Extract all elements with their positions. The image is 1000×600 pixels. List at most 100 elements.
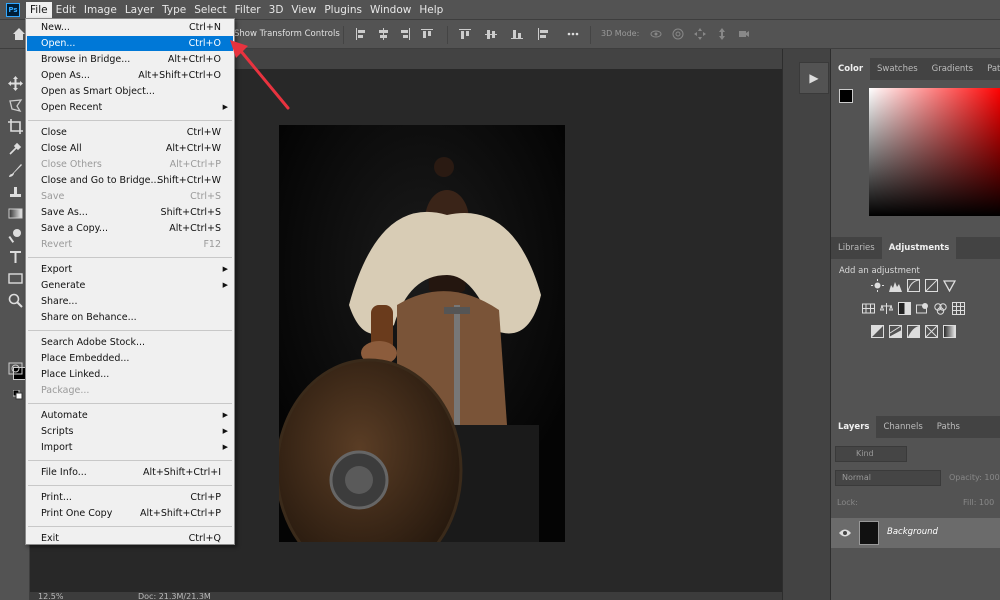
3d-pan-icon[interactable]: [694, 28, 706, 40]
menu-item-new[interactable]: New... Ctrl+N: [27, 20, 233, 35]
curves-icon[interactable]: [907, 279, 920, 292]
menu-item-place-linked[interactable]: Place Linked...: [27, 367, 233, 382]
menu-item-print-one-copy[interactable]: Print One Copy Alt+Shift+Ctrl+P: [27, 506, 233, 521]
menu-type[interactable]: Type: [158, 2, 190, 18]
opacity-field[interactable]: Opacity: 100: [949, 473, 1000, 482]
menu-file[interactable]: File: [26, 1, 52, 18]
layer-kind-filter[interactable]: Kind: [835, 446, 907, 462]
menu-layer[interactable]: Layer: [121, 2, 158, 18]
menu-item-import[interactable]: Import ▶: [27, 440, 233, 455]
blend-mode-select[interactable]: Normal: [835, 470, 941, 486]
menu-item-package[interactable]: Package...: [27, 383, 233, 398]
menu-item-generate[interactable]: Generate ▶: [27, 278, 233, 293]
distribute-icon[interactable]: [421, 28, 433, 40]
lasso-tool-icon[interactable]: [8, 98, 23, 113]
menu-item-open-as[interactable]: Open As... Alt+Shift+Ctrl+O: [27, 68, 233, 83]
home-icon[interactable]: [12, 27, 26, 41]
layer-row-background[interactable]: Background: [831, 518, 1000, 548]
menu-filter[interactable]: Filter: [231, 2, 265, 18]
menu-item-revert[interactable]: Revert F12: [27, 237, 233, 252]
menu-item-share[interactable]: Share...: [27, 294, 233, 309]
selective-color-icon[interactable]: [925, 325, 938, 338]
menu-edit[interactable]: Edit: [52, 2, 80, 18]
tab-channels[interactable]: Channels: [876, 416, 929, 438]
posterize-icon[interactable]: [889, 325, 902, 338]
rectangle-tool-icon[interactable]: [8, 271, 23, 286]
hue-saturation-icon[interactable]: [862, 302, 875, 315]
vibrance-icon[interactable]: [943, 279, 956, 292]
zoom-level[interactable]: 12.5%: [38, 592, 63, 600]
fill-field[interactable]: Fill: 100: [963, 498, 994, 507]
3d-slide-icon[interactable]: [716, 28, 728, 40]
menu-item-open-as-smart-object[interactable]: Open as Smart Object...: [27, 84, 233, 99]
exposure-icon[interactable]: [925, 279, 938, 292]
menu-item-close-all[interactable]: Close All Alt+Ctrl+W: [27, 141, 233, 156]
menu-item-scripts[interactable]: Scripts ▶: [27, 424, 233, 439]
menu-plugins[interactable]: Plugins: [320, 2, 366, 18]
tab-layers[interactable]: Layers: [831, 416, 877, 438]
menu-item-print[interactable]: Print... Ctrl+P: [27, 490, 233, 505]
tab-patterns[interactable]: Patte: [980, 58, 1000, 80]
quick-mask-icon[interactable]: [8, 361, 23, 376]
color-balance-icon[interactable]: [880, 302, 893, 315]
menu-item-close-and-go-to-bridge[interactable]: Close and Go to Bridge... Shift+Ctrl+W: [27, 173, 233, 188]
viking-warrior-photo[interactable]: [279, 125, 565, 542]
menu-item-close-others[interactable]: Close Others Alt+Ctrl+P: [27, 157, 233, 172]
align-top-icon[interactable]: [459, 28, 471, 40]
play-icon[interactable]: ▶: [799, 62, 829, 94]
menu-item-automate[interactable]: Automate ▶: [27, 408, 233, 423]
layer-name[interactable]: Background: [887, 527, 938, 537]
menu-item-save[interactable]: Save Ctrl+S: [27, 189, 233, 204]
color-picker-field[interactable]: [869, 88, 1000, 216]
menu-item-place-embedded[interactable]: Place Embedded...: [27, 351, 233, 366]
dodge-tool-icon[interactable]: [8, 228, 23, 243]
menu-item-exit[interactable]: Exit Ctrl+Q: [27, 531, 233, 546]
menu-item-search-adobe-stock[interactable]: Search Adobe Stock...: [27, 335, 233, 350]
menu-item-file-info[interactable]: File Info... Alt+Shift+Ctrl+I: [27, 465, 233, 480]
threshold-icon[interactable]: [907, 325, 920, 338]
3d-orbit-icon[interactable]: [650, 28, 662, 40]
channel-mixer-icon[interactable]: [934, 302, 947, 315]
type-tool-icon[interactable]: [8, 249, 23, 264]
tab-swatches[interactable]: Swatches: [870, 58, 925, 80]
gradient-tool-icon[interactable]: [8, 206, 23, 221]
tab-libraries[interactable]: Libraries: [831, 237, 882, 259]
tab-paths[interactable]: Paths: [930, 416, 967, 438]
align-left-icon[interactable]: [355, 28, 367, 40]
menu-item-save-a-copy[interactable]: Save a Copy... Alt+Ctrl+S: [27, 221, 233, 236]
clone-stamp-tool-icon[interactable]: [8, 185, 23, 200]
distribute-vertical-icon[interactable]: [537, 28, 549, 40]
zoom-tool-icon[interactable]: [8, 293, 23, 308]
menu-window[interactable]: Window: [366, 2, 415, 18]
panel-foreground-color-swatch[interactable]: [839, 89, 853, 103]
levels-icon[interactable]: [889, 279, 902, 292]
menu-item-share-on-behance[interactable]: Share on Behance...: [27, 310, 233, 325]
move-tool-icon[interactable]: [8, 76, 23, 91]
3d-roll-icon[interactable]: [672, 28, 684, 40]
menu-select[interactable]: Select: [190, 2, 230, 18]
tab-gradients[interactable]: Gradients: [925, 58, 980, 80]
default-colors-icon[interactable]: [13, 390, 23, 400]
menu-image[interactable]: Image: [80, 2, 121, 18]
menu-item-browse-in-bridge[interactable]: Browse in Bridge... Alt+Ctrl+O: [27, 52, 233, 67]
tab-adjustments[interactable]: Adjustments: [881, 237, 957, 259]
brightness-icon[interactable]: [871, 279, 884, 292]
black-white-icon[interactable]: [898, 302, 911, 315]
brush-tool-icon[interactable]: [8, 163, 23, 178]
show-transform-controls-label[interactable]: Show Transform Controls: [234, 29, 340, 39]
align-middle-icon[interactable]: [485, 28, 497, 40]
menu-item-export[interactable]: Export ▶: [27, 262, 233, 277]
3d-camera-icon[interactable]: [738, 28, 750, 40]
menu-item-open-recent[interactable]: Open Recent ▶: [27, 100, 233, 115]
eye-icon[interactable]: [839, 528, 851, 538]
menu-help[interactable]: Help: [415, 2, 447, 18]
align-right-icon[interactable]: [399, 28, 411, 40]
menu-item-open[interactable]: Open... Ctrl+O: [27, 36, 233, 51]
align-bottom-icon[interactable]: [511, 28, 523, 40]
crop-tool-icon[interactable]: [8, 119, 23, 134]
photo-filter-icon[interactable]: [916, 302, 929, 315]
tab-color[interactable]: Color: [831, 58, 871, 80]
menu-item-close[interactable]: Close Ctrl+W: [27, 125, 233, 140]
menu-item-save-as[interactable]: Save As... Shift+Ctrl+S: [27, 205, 233, 220]
menu-3d[interactable]: 3D: [265, 2, 288, 18]
